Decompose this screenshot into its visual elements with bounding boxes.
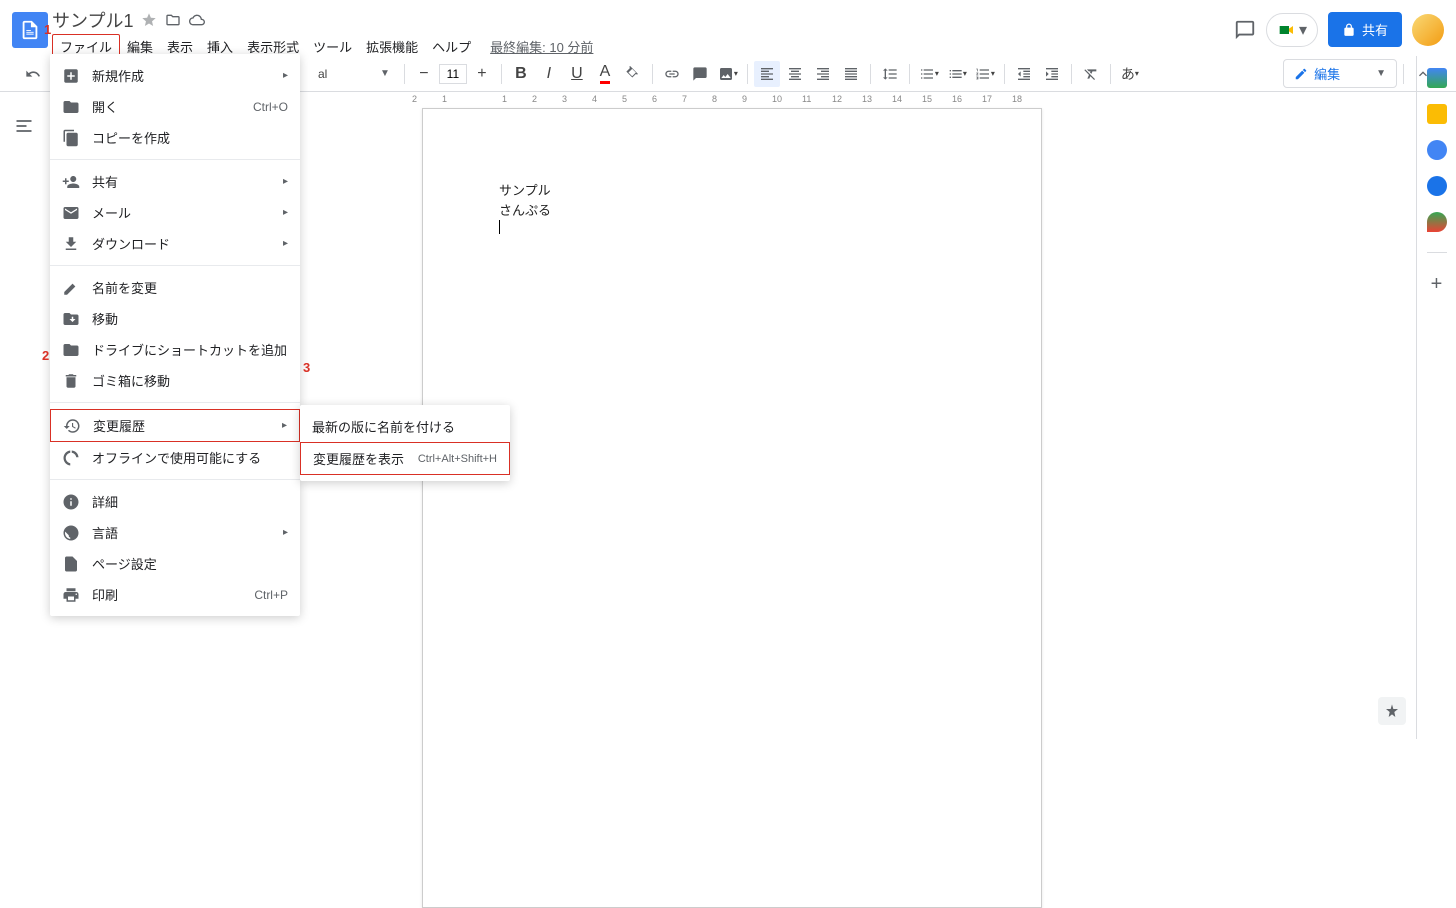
star-icon[interactable] bbox=[141, 12, 157, 28]
file-menu-メール[interactable]: メール▸ bbox=[50, 197, 300, 228]
file-menu-dropdown: 新規作成▸開くCtrl+Oコピーを作成共有▸メール▸ダウンロード▸ 名前を変更移動… bbox=[50, 54, 300, 616]
file-menu-オフラインで使用可能にする[interactable]: オフラインで使用可能にする bbox=[50, 442, 300, 473]
last-edit-link[interactable]: 最終編集: 10 分前 bbox=[490, 37, 593, 56]
file-menu-移動[interactable]: 移動 bbox=[50, 303, 300, 334]
maps-icon[interactable] bbox=[1427, 212, 1447, 232]
highlight-button[interactable] bbox=[620, 61, 646, 87]
comment-history-button[interactable] bbox=[1234, 19, 1256, 41]
font-size-increase[interactable]: + bbox=[469, 61, 495, 87]
menu-help[interactable]: ヘルプ bbox=[425, 35, 478, 58]
input-tools-button[interactable]: あ▾ bbox=[1117, 61, 1143, 87]
edit-mode-button[interactable]: 編集 ▼ bbox=[1283, 59, 1397, 88]
text-cursor bbox=[499, 220, 500, 234]
calendar-icon[interactable] bbox=[1427, 68, 1447, 88]
file-menu-ゴミ箱に移動[interactable]: ゴミ箱に移動 bbox=[50, 365, 300, 396]
clear-format-button[interactable] bbox=[1078, 61, 1104, 87]
share-button[interactable]: 共有 bbox=[1328, 12, 1402, 47]
file-menu-変更履歴[interactable]: 変更履歴▸ bbox=[50, 409, 300, 442]
font-family-select[interactable]: al bbox=[318, 67, 378, 81]
link-button[interactable] bbox=[659, 61, 685, 87]
bold-button[interactable]: B bbox=[508, 61, 534, 87]
file-menu-ページ設定[interactable]: ページ設定 bbox=[50, 548, 300, 579]
version-history-submenu: 最新の版に名前を付ける変更履歴を表示Ctrl+Alt+Shift+H bbox=[300, 405, 510, 481]
undo-button[interactable] bbox=[20, 61, 46, 87]
numbered-list-button[interactable]: ▾ bbox=[972, 61, 998, 87]
text-color-button[interactable]: A bbox=[592, 61, 618, 87]
submenu-変更履歴を表示[interactable]: 変更履歴を表示Ctrl+Alt+Shift+H bbox=[300, 442, 510, 475]
indent-increase-button[interactable] bbox=[1039, 61, 1065, 87]
bullet-list-button[interactable]: ▾ bbox=[944, 61, 970, 87]
tasks-icon[interactable] bbox=[1427, 140, 1447, 160]
move-folder-icon[interactable] bbox=[165, 12, 181, 28]
file-menu-共有[interactable]: 共有▸ bbox=[50, 166, 300, 197]
file-menu-開く[interactable]: 開くCtrl+O bbox=[50, 91, 300, 122]
file-menu-言語[interactable]: 言語▸ bbox=[50, 517, 300, 548]
contacts-icon[interactable] bbox=[1427, 176, 1447, 196]
italic-button[interactable]: I bbox=[536, 61, 562, 87]
align-left-button[interactable] bbox=[754, 61, 780, 87]
comment-button[interactable] bbox=[687, 61, 713, 87]
document-line[interactable]: サンプル bbox=[499, 181, 965, 201]
user-avatar[interactable] bbox=[1412, 14, 1444, 46]
checklist-button[interactable]: ▾ bbox=[916, 61, 942, 87]
annotation-3: 3 bbox=[303, 360, 310, 375]
file-menu-名前を変更[interactable]: 名前を変更 bbox=[50, 272, 300, 303]
underline-button[interactable]: U bbox=[564, 61, 590, 87]
align-right-button[interactable] bbox=[810, 61, 836, 87]
font-size-input[interactable] bbox=[439, 64, 467, 84]
file-menu-コピーを作成[interactable]: コピーを作成 bbox=[50, 122, 300, 153]
annotation-1: 1 bbox=[44, 22, 51, 37]
file-menu-印刷[interactable]: 印刷Ctrl+P bbox=[50, 579, 300, 610]
align-justify-button[interactable] bbox=[838, 61, 864, 87]
line-spacing-button[interactable] bbox=[877, 61, 903, 87]
document-page[interactable]: サンプル さんぷる bbox=[422, 108, 1042, 908]
explore-button[interactable] bbox=[1378, 697, 1406, 725]
document-title[interactable]: サンプル1 bbox=[52, 7, 133, 33]
indent-decrease-button[interactable] bbox=[1011, 61, 1037, 87]
meet-button[interactable]: ▾ bbox=[1266, 13, 1318, 47]
keep-icon[interactable] bbox=[1427, 104, 1447, 124]
file-menu-ドライブにショートカットを追加[interactable]: ドライブにショートカットを追加 bbox=[50, 334, 300, 365]
menu-extensions[interactable]: 拡張機能 bbox=[359, 35, 425, 58]
file-menu-ダウンロード[interactable]: ダウンロード▸ bbox=[50, 228, 300, 259]
image-button[interactable]: ▾ bbox=[715, 61, 741, 87]
align-center-button[interactable] bbox=[782, 61, 808, 87]
cloud-icon[interactable] bbox=[189, 12, 205, 28]
menu-tools[interactable]: ツール bbox=[306, 35, 359, 58]
annotation-2: 2 bbox=[42, 348, 49, 363]
side-panel: + bbox=[1416, 56, 1456, 739]
docs-app-icon[interactable] bbox=[12, 12, 48, 48]
document-line[interactable]: さんぷる bbox=[499, 201, 965, 221]
add-addon-button[interactable]: + bbox=[1431, 273, 1443, 296]
font-size-decrease[interactable]: − bbox=[411, 61, 437, 87]
file-menu-詳細[interactable]: 詳細 bbox=[50, 486, 300, 517]
submenu-最新の版に名前を付ける[interactable]: 最新の版に名前を付ける bbox=[300, 411, 510, 442]
file-menu-新規作成[interactable]: 新規作成▸ bbox=[50, 60, 300, 91]
outline-icon[interactable] bbox=[14, 116, 34, 136]
